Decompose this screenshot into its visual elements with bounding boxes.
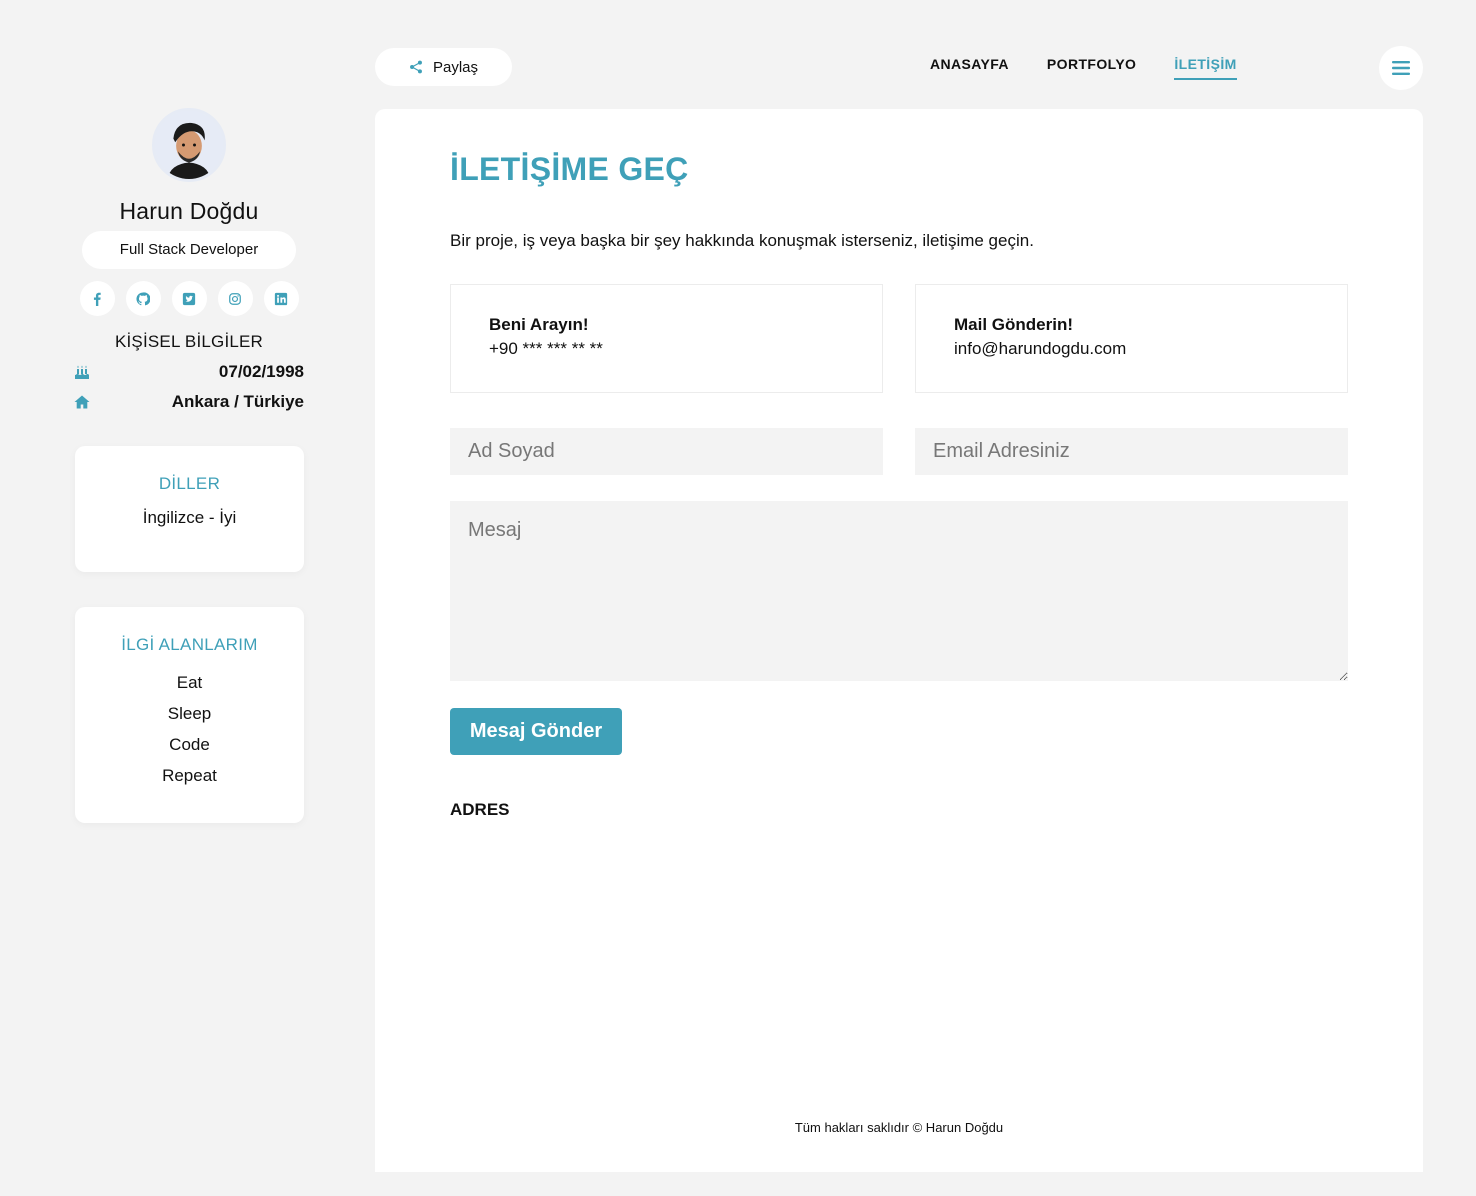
avatar-image	[155, 111, 223, 179]
languages-card: DİLLER İngilizce - İyi	[75, 446, 304, 572]
interests-list: Eat Sleep Code Repeat	[75, 667, 304, 791]
share-button[interactable]: Paylaş	[375, 48, 512, 86]
home-icon	[74, 395, 90, 409]
share-icon	[410, 60, 422, 74]
mail-value: info@harundogdu.com	[954, 339, 1127, 358]
twitter-link[interactable]	[171, 281, 207, 316]
mail-label: Mail Gönderin!	[954, 315, 1073, 334]
phone-value: +90 *** *** ** **	[489, 339, 603, 358]
facebook-link[interactable]	[79, 281, 115, 316]
profile-name: Harun Doğdu	[119, 198, 259, 224]
mail-card: Mail Gönderin! info@harundogdu.com	[915, 284, 1348, 393]
main-nav: ANASAYFA PORTFOLYO İLETİŞİM	[930, 56, 1237, 80]
contact-intro: Bir proje, iş veya başka bir şey hakkınd…	[450, 231, 1034, 250]
email-field[interactable]	[915, 428, 1348, 475]
phone-card: Beni Arayın! +90 *** *** ** **	[450, 284, 883, 393]
birthday-value: 07/02/1998	[218, 362, 304, 381]
twitter-icon	[182, 292, 196, 305]
profile-title-badge: Full Stack Developer	[82, 231, 296, 269]
birthday-cake-icon	[75, 365, 89, 379]
facebook-icon	[93, 292, 101, 306]
language-item: İngilizce - İyi	[142, 508, 237, 527]
contact-panel: İLETİŞİME GEÇ Bir proje, iş veya başka b…	[375, 109, 1423, 1172]
location-value: Ankara / Türkiye	[171, 392, 304, 411]
sidebar: Harun Doğdu Full Stack Developer KİŞİSEL…	[66, 108, 312, 823]
page-title: İLETİŞİME GEÇ	[450, 151, 689, 187]
languages-heading: DİLLER	[158, 474, 221, 493]
social-links	[66, 281, 312, 316]
share-label: Paylaş	[432, 58, 479, 76]
nav-portfolio[interactable]: PORTFOLYO	[1047, 56, 1136, 80]
address-heading: ADRES	[450, 800, 510, 819]
name-field[interactable]	[450, 428, 883, 475]
linkedin-link[interactable]	[263, 281, 299, 316]
send-message-button[interactable]: Mesaj Gönder	[450, 708, 622, 755]
footer-copyright: Tüm hakları saklıdır © Harun Doğdu	[794, 1120, 1004, 1135]
instagram-link[interactable]	[217, 281, 253, 316]
interests-heading: İLGİ ALANLARIM	[121, 635, 258, 654]
instagram-icon	[229, 292, 241, 305]
linkedin-icon	[274, 292, 288, 305]
menu-button[interactable]	[1379, 46, 1423, 90]
location-row: Ankara / Türkiye	[66, 392, 312, 412]
github-icon	[136, 291, 150, 305]
hamburger-menu-icon	[1392, 61, 1410, 75]
interest-item: Repeat	[162, 766, 217, 785]
personal-info-heading: KİŞİSEL BİLGİLER	[114, 332, 264, 351]
message-field[interactable]	[450, 501, 1348, 681]
interest-item: Code	[169, 735, 210, 754]
github-link[interactable]	[125, 281, 161, 316]
interest-item: Sleep	[167, 704, 212, 723]
birthday-row: 07/02/1998	[66, 362, 312, 382]
avatar	[152, 108, 226, 182]
nav-contact[interactable]: İLETİŞİM	[1174, 56, 1237, 80]
interests-card: İLGİ ALANLARIM Eat Sleep Code Repeat	[75, 607, 304, 823]
phone-label: Beni Arayın!	[489, 315, 589, 334]
nav-home[interactable]: ANASAYFA	[930, 56, 1009, 80]
interest-item: Eat	[176, 673, 203, 692]
